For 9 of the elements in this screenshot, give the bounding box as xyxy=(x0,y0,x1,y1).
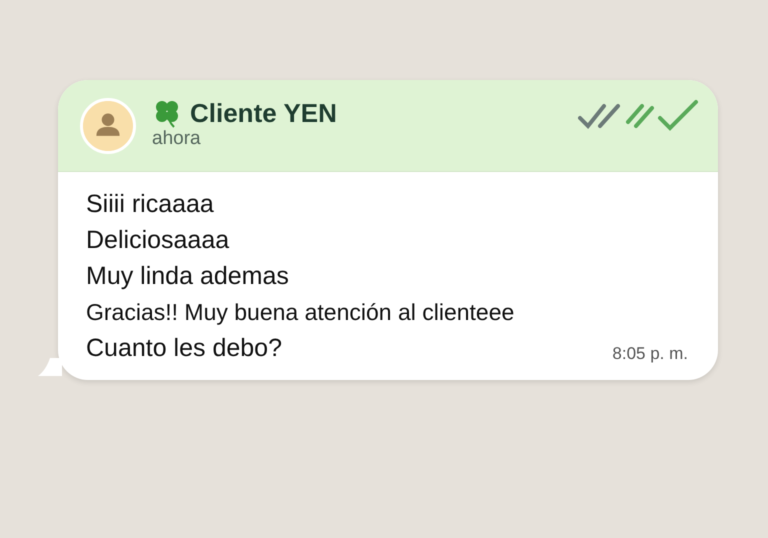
read-ticks-icon xyxy=(578,98,700,132)
message-line: Siiii ricaaaa xyxy=(86,189,215,220)
message-time: 8:05 p. m. xyxy=(612,342,688,364)
contact-status: ahora xyxy=(152,128,202,151)
contact-name: Cliente YEN xyxy=(190,98,337,128)
message-line: Cuanto les debo? xyxy=(86,333,283,364)
message-line: Gracias!! Muy buena atención al clienteee xyxy=(86,298,514,327)
message-line: Deliciosaaaa xyxy=(86,225,230,256)
message-line: Muy linda ademas xyxy=(86,261,290,292)
